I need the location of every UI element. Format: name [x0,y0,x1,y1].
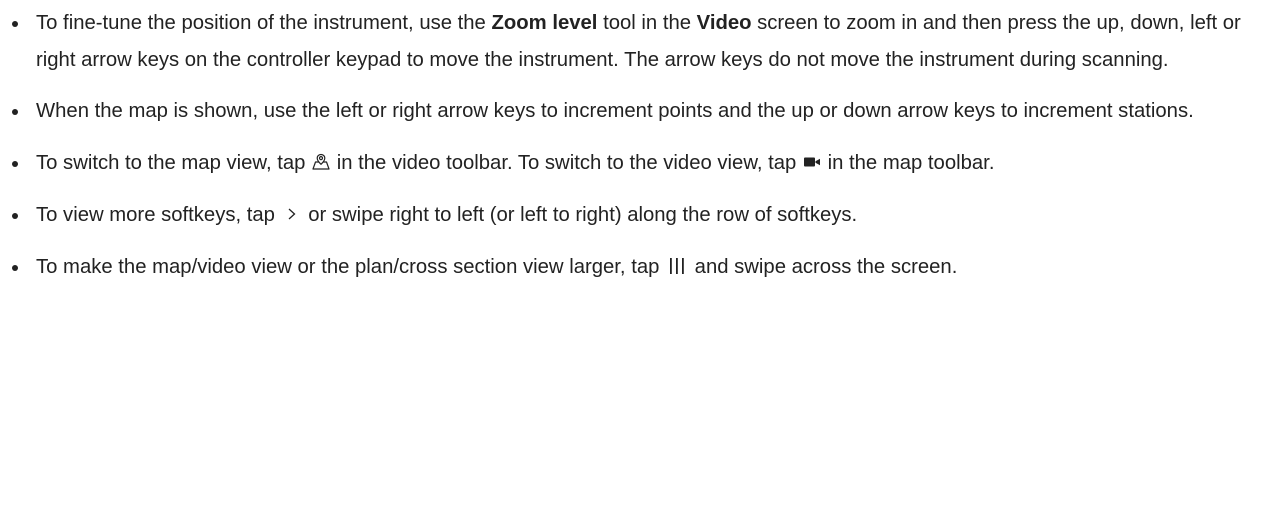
bullet-dot [12,21,18,27]
bullet-dot [12,161,18,167]
bullet-dot [12,109,18,115]
item-text: To fine-tune the position of the instrum… [36,12,492,34]
item-text: in the video toolbar. To switch to the v… [331,152,802,174]
item-text: tool in the [597,12,697,34]
chevron-right-icon [281,204,303,224]
resize-handle-icon [665,256,689,276]
item-text: When the map is shown, use the left or r… [36,100,1194,122]
bullet-dot [12,265,18,271]
list-item: To make the map/video view or the plan/c… [0,249,1272,286]
item-text: To view more softkeys, tap [36,204,281,226]
item-text: To make the map/video view or the plan/c… [36,256,666,278]
item-text: and swipe across the screen. [689,256,958,278]
document-body: To fine-tune the position of the instrum… [0,0,1272,507]
item-text: or swipe right to left (or left to right… [302,204,858,226]
tips-list: To fine-tune the position of the instrum… [0,5,1272,286]
item-text: To switch to the map view, tap [36,152,312,174]
bold-term-video: Video [696,12,752,34]
list-item: To fine-tune the position of the instrum… [0,5,1272,79]
map-icon [311,152,331,172]
bullet-dot [12,213,18,219]
item-text: in the map toolbar. [821,152,995,174]
list-item: When the map is shown, use the left or r… [0,93,1272,130]
video-camera-icon [802,152,822,172]
bold-term-zoom-level: Zoom level [491,12,598,34]
list-item: To view more softkeys, tap or swipe righ… [0,197,1272,234]
list-item: To switch to the map view, tap in the vi… [0,145,1272,182]
